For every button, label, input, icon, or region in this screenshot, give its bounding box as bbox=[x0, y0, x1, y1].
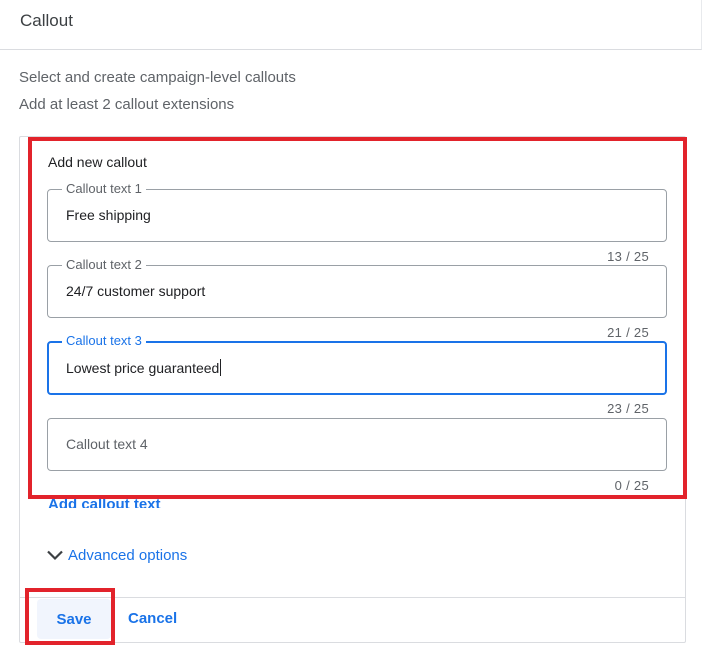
highlight-box-save bbox=[25, 588, 115, 645]
panel-title: Callout bbox=[20, 11, 73, 30]
highlight-box-fields bbox=[28, 137, 687, 499]
callout-panel: Callout Select and create campaign-level… bbox=[0, 0, 706, 651]
cancel-button[interactable]: Cancel bbox=[128, 610, 177, 627]
panel-header: Callout bbox=[0, 0, 702, 50]
advanced-options-label: Advanced options bbox=[68, 546, 188, 564]
description-line-1: Select and create campaign-level callout… bbox=[19, 69, 296, 86]
description-line-2: Add at least 2 callout extensions bbox=[19, 96, 235, 113]
chevron-down-icon bbox=[47, 550, 63, 561]
card-footer-divider bbox=[20, 597, 685, 598]
advanced-options-toggle[interactable]: Advanced options bbox=[46, 546, 187, 564]
